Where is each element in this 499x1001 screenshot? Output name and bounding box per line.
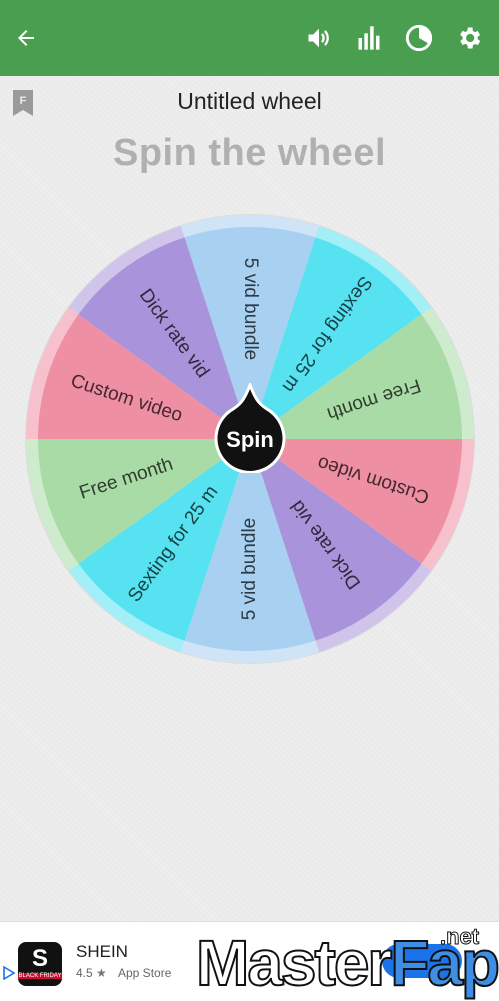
bar-chart-icon xyxy=(358,26,380,50)
spin-pointer-icon: Spin xyxy=(214,380,286,474)
wheel-subtitle: Spin the wheel xyxy=(112,132,387,174)
wheel-title[interactable]: Untitled wheel xyxy=(0,88,499,115)
pie-chart-icon xyxy=(405,24,433,52)
spin-label: Spin xyxy=(226,427,274,452)
watermark-main: Master xyxy=(195,926,393,1000)
ad-app-icon-letter: S xyxy=(31,945,48,972)
pie-chart-button[interactable] xyxy=(403,22,435,54)
ad-rating-value: 4.5 xyxy=(76,966,93,980)
ad-store: App Store xyxy=(118,966,172,980)
sound-button[interactable] xyxy=(303,22,335,54)
gear-icon xyxy=(460,27,481,49)
volume-icon xyxy=(308,28,329,48)
arrow-left-icon xyxy=(18,30,34,46)
wheel-segment-label: 5 vid bundle xyxy=(239,518,260,620)
star-icon: ★ xyxy=(96,966,107,980)
app-bar xyxy=(0,0,499,76)
settings-button[interactable] xyxy=(453,22,485,54)
stats-button[interactable] xyxy=(353,22,385,54)
ad-app-icon-caption: BLACK FRIDAY xyxy=(18,973,62,979)
ad-app-name[interactable]: SHEIN xyxy=(76,942,128,962)
ad-app-icon[interactable]: S BLACK FRIDAY xyxy=(18,942,62,986)
wheel-segment-label: 5 vid bundle xyxy=(240,258,261,360)
spin-button[interactable]: Spin xyxy=(212,380,288,474)
ad-banner[interactable]: S BLACK FRIDAY SHEIN 4.5 ★ App Store Mas… xyxy=(0,921,499,1001)
watermark-suffix: .net xyxy=(439,924,480,950)
ad-rating: 4.5 ★ xyxy=(76,966,107,980)
back-button[interactable] xyxy=(10,22,42,54)
adchoices-icon[interactable] xyxy=(2,966,16,980)
